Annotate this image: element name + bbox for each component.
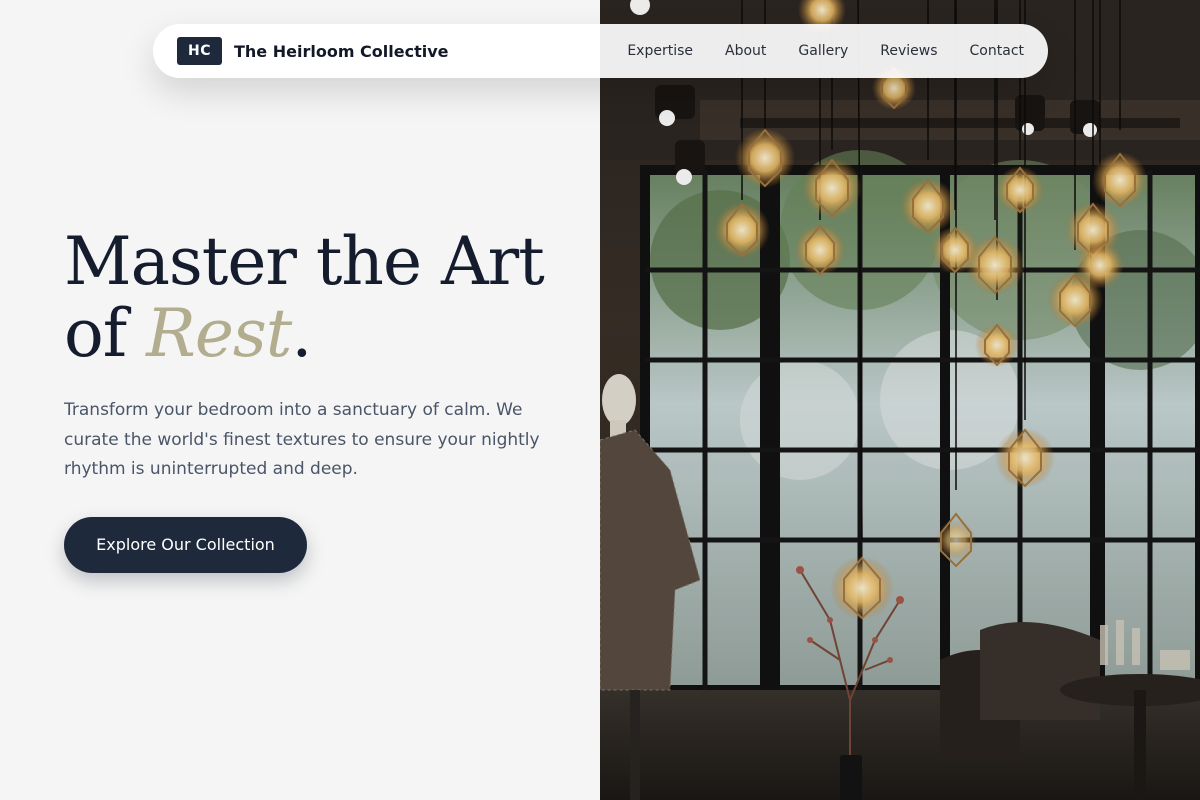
nav-link-gallery[interactable]: Gallery <box>798 43 848 59</box>
hero-section: Master the Art of Rest. Transform your b… <box>64 226 584 573</box>
nav-link-about[interactable]: About <box>725 43 766 59</box>
top-navigation: HC The Heirloom Collective Expertise Abo… <box>153 24 1048 78</box>
hero-title: Master the Art of Rest. <box>64 226 584 370</box>
nav-links: Expertise About Gallery Reviews Contact <box>627 43 1024 59</box>
hero-title-period: . <box>291 295 312 372</box>
brand-logo[interactable]: HC The Heirloom Collective <box>177 37 449 65</box>
hero-image <box>600 0 1200 800</box>
explore-collection-button[interactable]: Explore Our Collection <box>64 516 307 573</box>
nav-link-reviews[interactable]: Reviews <box>880 43 937 59</box>
hero-title-accent: Rest <box>146 295 292 372</box>
hero-title-line1: Master the Art <box>64 223 545 300</box>
brand-badge: HC <box>177 37 222 65</box>
brand-name: The Heirloom Collective <box>234 41 449 61</box>
nav-link-contact[interactable]: Contact <box>970 43 1024 59</box>
hero-description: Transform your bedroom into a sanctuary … <box>64 400 540 479</box>
nav-link-expertise[interactable]: Expertise <box>627 43 693 59</box>
hero-title-of: of <box>64 295 147 372</box>
